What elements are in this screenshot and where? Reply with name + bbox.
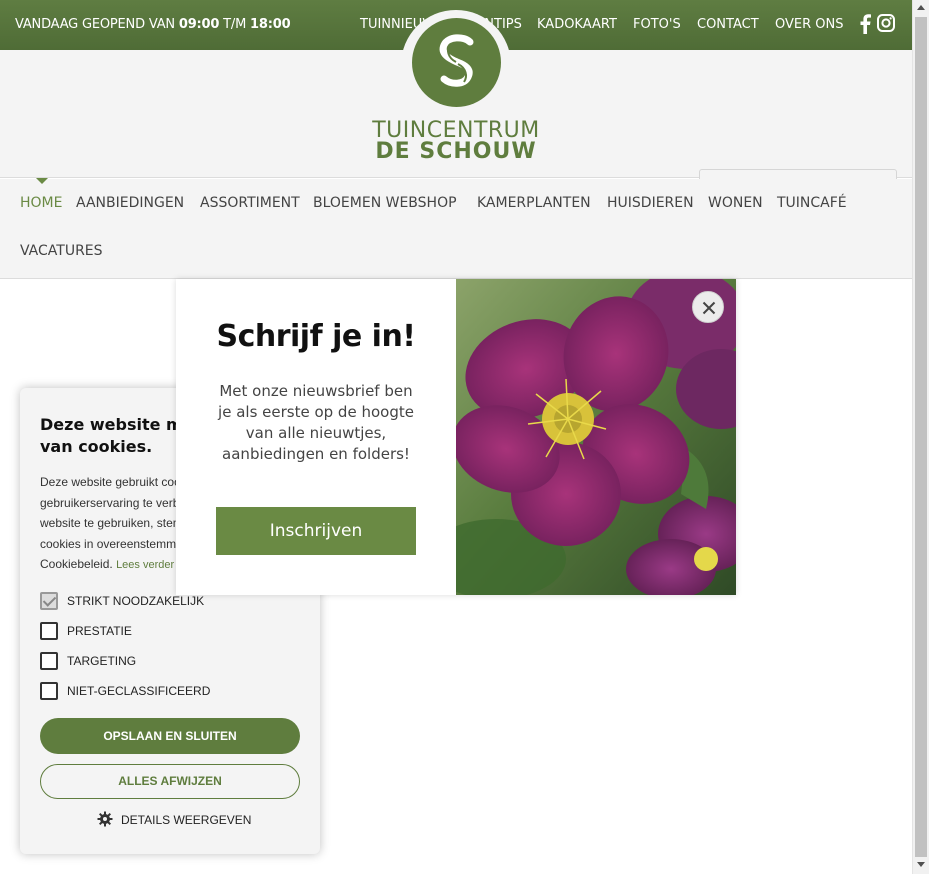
close-icon <box>702 301 716 315</box>
hours-prefix: VANDAAG GEOPEND VAN <box>15 17 175 32</box>
open-time: 09:00 <box>178 17 220 32</box>
instagram-icon[interactable] <box>877 14 895 32</box>
logo-line-2: DE SCHOUW <box>375 139 537 164</box>
leaf-s-icon <box>439 34 474 87</box>
checkbox[interactable] <box>40 652 58 670</box>
scrollbar-thumb[interactable] <box>915 17 927 857</box>
facebook-icon[interactable] <box>859 14 871 34</box>
close-modal-button[interactable] <box>692 291 724 323</box>
subscribe-button[interactable]: Inschrijven <box>216 507 416 555</box>
nav-active-caret <box>36 178 48 184</box>
show-details-button[interactable]: DETAILS WEERGEVEN <box>97 811 251 831</box>
topnav-link-contact[interactable]: CONTACT <box>697 17 759 32</box>
cookie-option-unclassified[interactable]: NIET-GECLASSIFICEERD <box>40 682 300 700</box>
save-and-close-button[interactable]: OPSLAAN EN SLUITEN <box>40 718 300 754</box>
hellebore-flower-photo <box>456 279 736 595</box>
modal-text: Met onze nieuwsbrief ben je als eerste o… <box>218 382 414 463</box>
read-more-link[interactable]: Lees verder <box>116 559 174 571</box>
nav-item-bloemen-webshop[interactable]: BLOEMEN WEBSHOP <box>313 195 457 211</box>
scroll-up-arrow-icon[interactable] <box>917 5 925 10</box>
nav-item-assortiment[interactable]: ASSORTIMENT <box>200 195 300 211</box>
scroll-down-arrow-icon[interactable] <box>917 862 925 867</box>
nav-item-tuincafe[interactable]: TUINCAFÉ <box>777 195 847 211</box>
nav-item-huisdieren[interactable]: HUISDIEREN <box>607 195 694 211</box>
nav-item-wonen[interactable]: WONEN <box>708 195 763 211</box>
reject-all-button[interactable]: ALLES AFWIJZEN <box>40 764 300 799</box>
scrollbar[interactable] <box>912 0 929 874</box>
nav-item-kamerplanten[interactable]: KAMERPLANTEN <box>477 195 591 211</box>
newsletter-modal: Schrijf je in! Met onze nieuwsbrief ben … <box>176 279 736 595</box>
logo-emblem[interactable] <box>412 18 501 107</box>
nav-item-aanbiedingen[interactable]: AANBIEDINGEN <box>76 195 184 211</box>
checkbox-label: NIET-GECLASSIFICEERD <box>67 684 211 698</box>
topnav-link-over-ons[interactable]: OVER ONS <box>775 17 844 32</box>
show-details-label: DETAILS WEERGEVEN <box>121 813 252 827</box>
checkbox-label: PRESTATIE <box>67 624 132 638</box>
checkbox[interactable] <box>40 622 58 640</box>
opening-hours: VANDAAG GEOPEND VAN 09:00 T/M 18:00 <box>15 17 291 32</box>
topnav-link-fotos[interactable]: FOTO'S <box>633 17 681 32</box>
checkbox-label: STRIKT NOODZAKELIJK <box>67 594 205 608</box>
checkbox[interactable] <box>40 592 58 610</box>
nav-item-vacatures[interactable]: VACATURES <box>20 243 103 259</box>
close-time: 18:00 <box>250 17 291 32</box>
topnav-link-kadokaart[interactable]: KADOKAART <box>537 17 617 32</box>
modal-title: Schrijf je in! <box>216 319 416 354</box>
cookie-option-targeting[interactable]: TARGETING <box>40 652 300 670</box>
gear-icon <box>97 811 113 827</box>
checkbox-label: TARGETING <box>67 654 137 668</box>
main-nav: HOME AANBIEDINGEN ASSORTIMENT BLOEMEN WE… <box>0 179 912 279</box>
cookie-option-performance[interactable]: PRESTATIE <box>40 622 300 640</box>
flower-image <box>456 279 736 595</box>
nav-item-home[interactable]: HOME <box>20 195 62 211</box>
hours-mid: T/M <box>223 17 247 32</box>
checkbox[interactable] <box>40 682 58 700</box>
cookie-policy-text: Cookiebeleid. <box>40 557 113 571</box>
